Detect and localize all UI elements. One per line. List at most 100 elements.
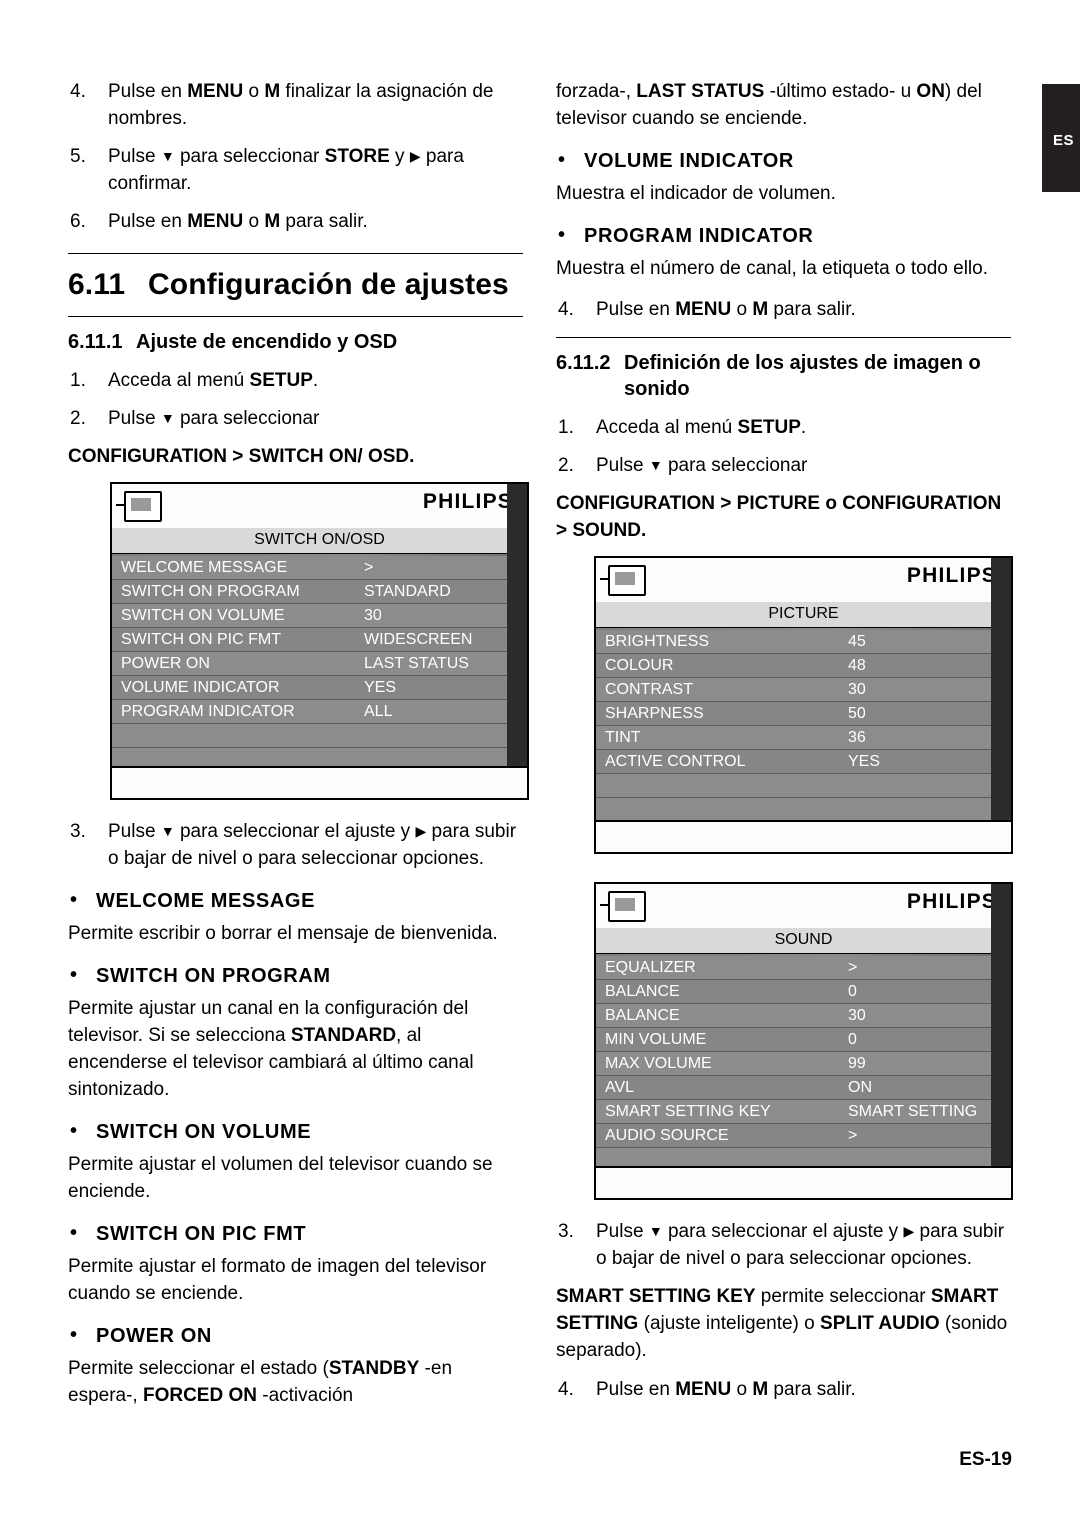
language-tab: ES	[1042, 84, 1080, 192]
step-text: Pulse ▼ para seleccionar el ajuste y ▶ p…	[108, 821, 517, 869]
step-text: Pulse en MENU o M para salir.	[596, 1379, 856, 1400]
osd-row-label: ACTIVE CONTROL	[605, 753, 746, 770]
numbered-step: 2. Pulse ▼ para seleccionar	[68, 405, 523, 432]
numbered-step: 3. Pulse ▼ para seleccionar el ajuste y ▶…	[556, 1218, 1011, 1272]
osd-row[interactable]: COLOUR 48	[596, 654, 1011, 678]
osd-row[interactable]: SWITCH ON PROGRAM STANDARD	[112, 580, 527, 604]
bullet-body-text: Muestra el número de canal, la etiqueta …	[556, 258, 988, 279]
step-number: 2.	[70, 408, 86, 429]
subsection-heading: 6.11.1 Ajuste de encendido y OSD	[68, 329, 523, 355]
osd-row[interactable]: EQUALIZER >	[596, 956, 1011, 980]
osd-row-value: YES	[848, 753, 881, 770]
bullet-heading-label: SWITCH ON PIC FMT	[96, 1223, 307, 1245]
subsection-number-right: 6.11.2	[556, 352, 611, 374]
osd-row-value: 36	[848, 729, 866, 746]
osd-row-empty	[112, 724, 527, 748]
right-steps: 1. Acceda al menú SETUP. 2. Pulse ▼ para se…	[556, 414, 1011, 479]
numbered-step: 5. Pulse ▼ para seleccionar STORE y ▶ par…	[68, 143, 523, 197]
osd-row-label: BRIGHTNESS	[605, 633, 710, 650]
right-step-4: 4. Pulse en MENU o M para salir.	[556, 296, 1011, 323]
numbered-step: 1. Acceda al menú SETUP.	[556, 414, 1011, 441]
tv-icon-stem	[600, 904, 610, 906]
osd-row[interactable]: BALANCE 0	[596, 980, 1011, 1004]
osd-header-sound: PHILIPS	[596, 884, 1011, 930]
step-number: 6.	[70, 211, 86, 232]
numbered-step: 4. Pulse en MENU o M para salir.	[556, 296, 1011, 323]
bullet-heading-label: SWITCH ON VOLUME	[96, 1121, 312, 1143]
osd-title-picture: PICTURE	[596, 602, 1011, 628]
osd-row-empty	[112, 748, 527, 766]
step-number: 3.	[70, 821, 86, 842]
menu-path-left: CONFIGURATION > SWITCH ON/ OSD.	[68, 446, 415, 467]
osd-row-value: 45	[848, 633, 866, 650]
osd-sound: PHILIPS SOUND EQUALIZER > BALANCE 0 BALANCE 3…	[594, 882, 1013, 1200]
step-text: Pulse en MENU o M para salir.	[108, 211, 368, 232]
tv-icon-stem	[600, 578, 610, 580]
osd-title: SWITCH ON/OSD	[112, 528, 527, 554]
osd-row-value: 0	[848, 1031, 857, 1048]
osd-row[interactable]: POWER ON LAST STATUS	[112, 652, 527, 676]
osd-row-label: MIN VOLUME	[605, 1031, 707, 1048]
osd-row-empty	[596, 774, 1011, 798]
osd-row[interactable]: SMART SETTING KEY SMART SETTING	[596, 1100, 1011, 1124]
language-tab-label: ES	[1053, 132, 1075, 149]
philips-logo: PHILIPS	[422, 490, 513, 513]
divider-above-section	[68, 253, 523, 254]
step-number: 2.	[558, 455, 574, 476]
osd-row-list-picture: BRIGHTNESS 45 COLOUR 48 CONTRAST 30 SHARPNESS 5…	[596, 630, 1011, 820]
osd-row-value: 50	[848, 705, 866, 722]
right-step-4b: 4. Pulse en MENU o M para salir.	[556, 1376, 1011, 1403]
osd-row-value: 30	[364, 607, 382, 624]
osd-row[interactable]: TINT 36	[596, 726, 1011, 750]
left-bullet-list: • WELCOME MESSAGE Permite escribir o borra…	[68, 889, 523, 1409]
philips-logo: PHILIPS	[906, 890, 997, 913]
left-step-3: 3. Pulse ▼ para seleccionar el ajuste y ▶…	[68, 818, 523, 872]
osd-row[interactable]: MAX VOLUME 99	[596, 1052, 1011, 1076]
osd-row-label: CONTRAST	[605, 681, 693, 698]
subsection-title: Ajuste de encendido y OSD	[136, 331, 398, 353]
subsection-heading-right: 6.11.2 Definición de los ajustes de image…	[556, 350, 1011, 402]
osd-row-label: SHARPNESS	[605, 705, 704, 722]
osd-row-label: COLOUR	[605, 657, 674, 674]
osd-row-value: LAST STATUS	[364, 655, 469, 672]
osd-row[interactable]: MIN VOLUME 0	[596, 1028, 1011, 1052]
osd-row-label: MAX VOLUME	[605, 1055, 712, 1072]
osd-row-value: 99	[848, 1055, 866, 1072]
osd-row[interactable]: BALANCE 30	[596, 1004, 1011, 1028]
osd-row[interactable]: PROGRAM INDICATOR ALL	[112, 700, 527, 724]
subsection-title-right: Definición de los ajustes de imagen o so…	[624, 352, 981, 400]
bullet-heading-label: PROGRAM INDICATOR	[584, 225, 814, 247]
osd-row-label: WELCOME MESSAGE	[121, 559, 288, 576]
osd-row[interactable]: WELCOME MESSAGE >	[112, 556, 527, 580]
osd-row[interactable]: CONTRAST 30	[596, 678, 1011, 702]
osd-row-list: WELCOME MESSAGE > SWITCH ON PROGRAM STANDAR…	[112, 556, 527, 766]
tv-icon	[608, 565, 646, 596]
osd-row[interactable]: SHARPNESS 50	[596, 702, 1011, 726]
osd-row[interactable]: ACTIVE CONTROL YES	[596, 750, 1011, 774]
osd-footer	[112, 766, 527, 798]
step-text: Acceda al menú SETUP.	[596, 417, 807, 438]
osd-row-value: WIDESCREEN	[364, 631, 473, 648]
osd-row-label: VOLUME INDICATOR	[121, 679, 280, 696]
divider-below-section	[68, 316, 523, 317]
numbered-step: 1. Acceda al menú SETUP.	[68, 367, 523, 394]
step-number: 4.	[558, 299, 574, 320]
osd-row[interactable]: AVL ON	[596, 1076, 1011, 1100]
osd-shadow	[991, 884, 1011, 1166]
step-text: Pulse ▼ para seleccionar STORE y ▶ para …	[108, 146, 464, 194]
section-number: 6.11	[68, 268, 126, 301]
osd-row[interactable]: VOLUME INDICATOR YES	[112, 676, 527, 700]
bullet-heading: • POWER ON	[68, 1324, 523, 1348]
osd-row[interactable]: SWITCH ON VOLUME 30	[112, 604, 527, 628]
osd-row-value: 30	[848, 1007, 866, 1024]
section-title: Configuración de ajustes	[148, 268, 509, 301]
bullet-dot-icon: •	[70, 889, 78, 911]
osd-row-label: AVL	[605, 1079, 635, 1096]
bullet-dot-icon: •	[70, 1222, 78, 1244]
osd-row[interactable]: SWITCH ON PIC FMT WIDESCREEN	[112, 628, 527, 652]
osd-row[interactable]: AUDIO SOURCE >	[596, 1124, 1011, 1148]
osd-shadow	[991, 558, 1011, 820]
menu-path-right: CONFIGURATION > PICTURE o CONFIGURATION …	[556, 493, 1002, 541]
osd-row-value: ON	[848, 1079, 872, 1096]
osd-row[interactable]: BRIGHTNESS 45	[596, 630, 1011, 654]
